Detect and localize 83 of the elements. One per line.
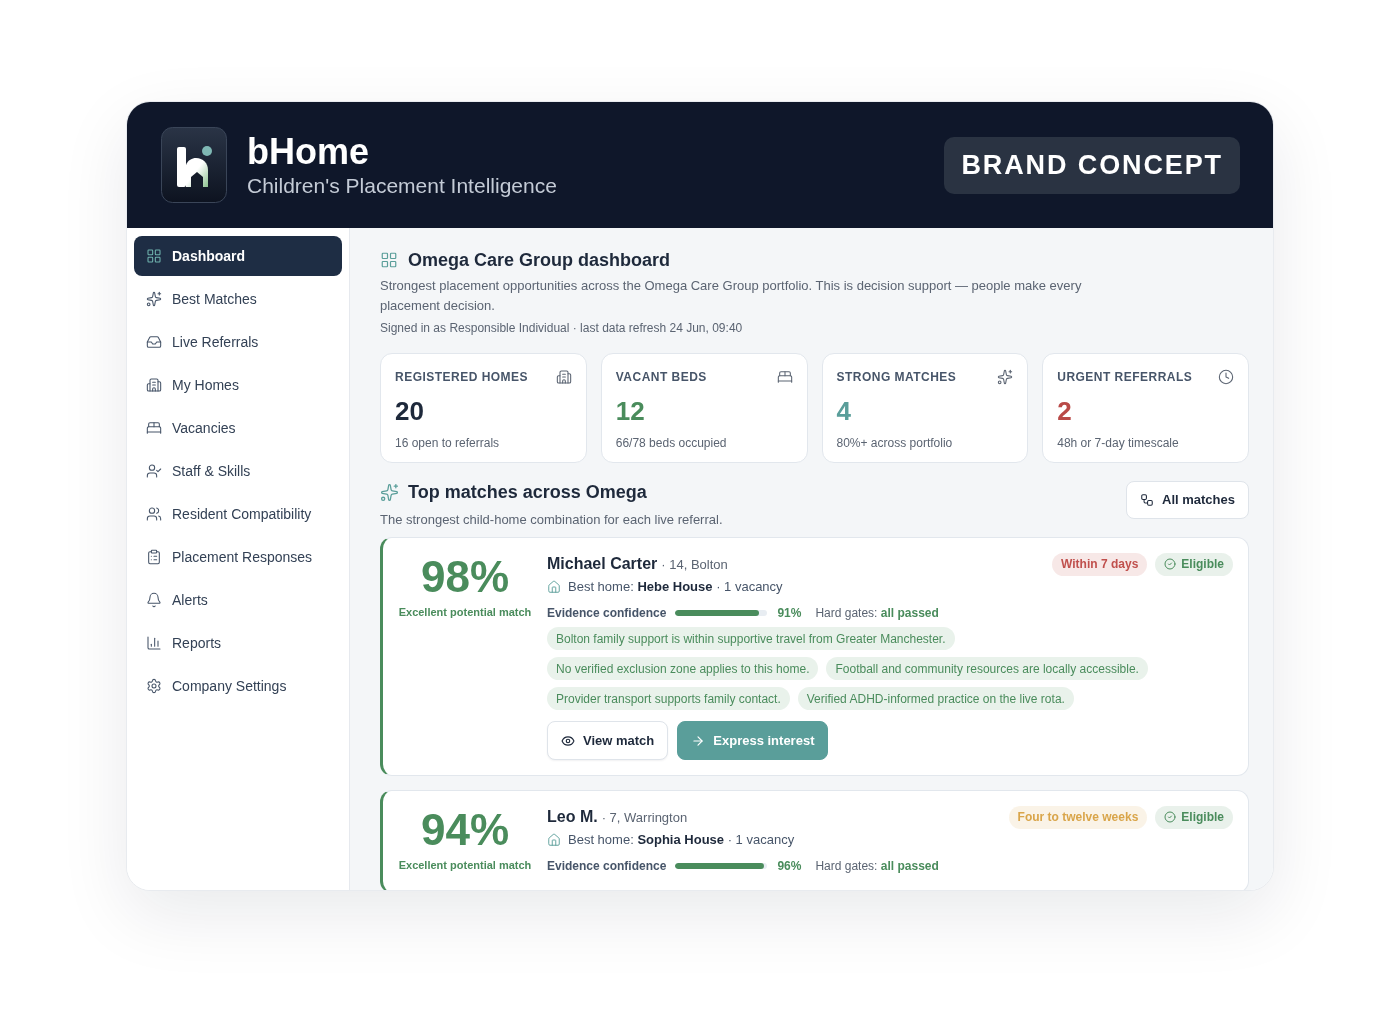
app-tagline: Children's Placement Intelligence	[247, 172, 557, 199]
sidebar-item[interactable]: Resident Compatibility	[134, 494, 342, 534]
confidence-label: Evidence confidence	[547, 858, 667, 875]
stat-label: URGENT REFERRALS	[1057, 369, 1193, 386]
bed-icon	[146, 420, 162, 436]
stat-label: VACANT BEDS	[615, 369, 707, 386]
settings-icon	[146, 678, 162, 694]
nodes-icon	[1140, 493, 1154, 507]
stat-value: 12	[615, 396, 646, 426]
stat-label: REGISTERED HOMES	[395, 369, 529, 386]
clock-icon	[1218, 369, 1234, 385]
hard-gates-text: Hard gates: all passed	[815, 605, 939, 622]
best-home-text: Best home: Sophia House · 1 vacancy	[568, 831, 795, 850]
page-meta: Signed in as Responsible Individual · last data refresh 24 Jun, 09:40	[380, 320, 744, 337]
brand-badge: BRAND CONCEPT	[944, 136, 1240, 194]
user-check-icon	[146, 463, 162, 479]
stat-value: 4	[836, 396, 852, 426]
confidence-label: Evidence confidence	[547, 605, 667, 622]
stat-note: 16 open to referrals	[395, 435, 501, 452]
building-icon	[146, 377, 162, 393]
section-title: Top matches across Omega	[408, 480, 647, 504]
bell-icon	[146, 592, 162, 608]
sidebar-item[interactable]: Alerts	[134, 580, 342, 620]
hard-gates-text: Hard gates: all passed	[815, 858, 939, 875]
status-label: Eligible	[1181, 556, 1224, 573]
inbox-icon	[146, 334, 162, 350]
stat-note: 48h or 7-day timescale	[1057, 435, 1180, 452]
sidebar-item[interactable]: Dashboard	[134, 236, 342, 276]
check-circle-icon	[1164, 811, 1177, 823]
users-icon	[146, 506, 162, 522]
app-name: bHome	[247, 131, 370, 172]
child-details: · 7, Warrington	[601, 809, 688, 827]
building-icon	[555, 369, 572, 385]
timescale-tag: Four to twelve weeks	[1008, 805, 1148, 829]
stat-note: 66/78 beds occupied	[615, 435, 728, 452]
match-score: 98%	[420, 552, 510, 602]
page-title: Omega Care Group dashboard	[408, 248, 671, 272]
sidebar-item[interactable]: Company Settings	[134, 666, 342, 706]
score-label: Excellent potential match	[398, 605, 532, 620]
sidebar-item[interactable]: Placement Responses	[134, 537, 342, 577]
sidebar-item[interactable]: Vacancies	[134, 408, 342, 448]
clipboard-icon	[146, 549, 162, 565]
sidebar-item[interactable]: Live Referrals	[134, 322, 342, 362]
grid-icon	[380, 251, 398, 269]
stat-value: 2	[1057, 396, 1073, 426]
confidence-value: 91%	[777, 605, 802, 622]
child-name: Leo M.	[547, 807, 598, 827]
grid-icon	[146, 248, 162, 264]
eye-icon	[561, 733, 575, 748]
child-details: · 14, Bolton	[661, 556, 728, 574]
best-home-text: Best home: Hebe House · 1 vacancy	[568, 578, 783, 597]
stat-value: 20	[395, 396, 425, 426]
section-subtitle: The strongest child-home combination for each live referral.	[380, 511, 723, 529]
sidebar-item[interactable]: My Homes	[134, 365, 342, 405]
reason-tag: Verified ADHD-informed practice on the live rota.	[797, 687, 1074, 710]
child-name: Michael Carter	[547, 554, 658, 574]
sidebar-item[interactable]: Best Matches	[134, 279, 342, 319]
check-circle-icon	[1164, 558, 1177, 570]
sparkles-icon	[997, 369, 1014, 385]
house-icon	[547, 580, 561, 594]
reason-tag: Provider transport supports family contact.	[547, 687, 790, 710]
reason-tag: No verified exclusion zone applies to this home.	[547, 657, 819, 680]
all-matches-button[interactable]: All matches	[1126, 481, 1249, 519]
sparkles-icon	[146, 291, 162, 307]
reason-tag: Bolton family support is within supportive travel from Greater Manchester.	[547, 627, 955, 650]
match-score: 94%	[420, 805, 510, 855]
stat-note: 80%+ across portfolio	[836, 435, 954, 452]
page-description: Strongest placement opportunities across the Omega Care Group portfolio. This is decision support — people make every placement decision.	[380, 277, 1083, 315]
status-label: Eligible	[1181, 809, 1224, 826]
logo-icon	[161, 127, 227, 203]
stat-label: STRONG MATCHES	[836, 369, 957, 386]
bar-chart-icon	[146, 635, 162, 651]
reason-tag: Football and community resources are locally accessible.	[826, 657, 1148, 680]
timescale-tag: Within 7 days	[1052, 552, 1148, 576]
house-icon	[547, 833, 561, 847]
bed-icon	[776, 369, 793, 385]
view-match-button[interactable]: View match	[547, 721, 669, 760]
score-label: Excellent potential match	[398, 858, 532, 873]
sparkles-icon	[380, 482, 399, 502]
sidebar-item[interactable]: Staff & Skills	[134, 451, 342, 491]
arrow-right-icon	[691, 733, 706, 748]
sidebar-item[interactable]: Reports	[134, 623, 342, 663]
confidence-value: 96%	[777, 858, 802, 875]
